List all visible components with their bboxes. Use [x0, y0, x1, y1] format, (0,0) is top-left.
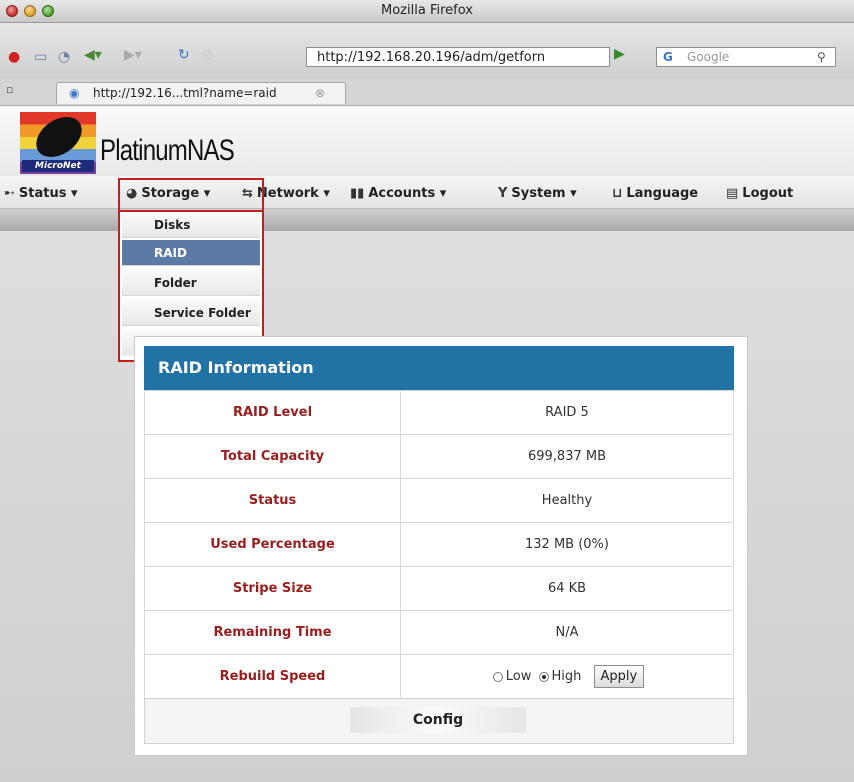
window-title: Mozilla Firefox [381, 3, 473, 18]
bookmark-icon[interactable]: ▫ [6, 83, 13, 96]
radio-high-label: High [551, 669, 582, 684]
storage-highlight [118, 178, 264, 210]
row-value: Healthy [400, 478, 734, 523]
status-icon: ➸ [4, 186, 15, 201]
panel-title: RAID Information [144, 346, 734, 390]
forward-button-icon[interactable]: ▶▾ [124, 47, 142, 63]
title-bar: Mozilla Firefox [0, 0, 854, 23]
search-placeholder: Google [687, 50, 730, 64]
dropdown-item-folder[interactable]: Folder [122, 270, 260, 296]
row-value: 64 KB [400, 566, 734, 611]
browser-window: Mozilla Firefox ● ▭ ◔ ◀▾ ▶▾ ↻ ⊘ http://1… [0, 0, 854, 782]
row-label: Remaining Time [144, 610, 401, 655]
tab-label: http://192.16...tml?name=raid [93, 86, 277, 100]
reload-icon[interactable]: ↻ [178, 47, 190, 63]
row-value: 699,837 MB [400, 434, 734, 479]
history-icon[interactable]: ◔ [58, 49, 70, 65]
table-row: Rebuild Speed Low High Apply [144, 654, 734, 699]
globe-icon: ◉ [69, 86, 80, 100]
tab-close-icon[interactable]: ⊗ [315, 83, 325, 103]
dropdown-item-disks[interactable]: Disks [122, 212, 260, 238]
stop-icon[interactable]: ⊘ [202, 47, 214, 63]
search-icon[interactable]: ⚲ [817, 48, 826, 66]
radio-high[interactable] [538, 671, 549, 682]
row-value: N/A [400, 610, 734, 655]
radio-low-label: Low [505, 669, 532, 684]
accounts-icon: ▮▮ [350, 186, 365, 201]
product-name: PlatinumNAS [100, 134, 235, 167]
browser-toolbar: ● ▭ ◔ ◀▾ ▶▾ ↻ ⊘ http://192.168.20.196/ad… [0, 23, 854, 80]
adblock-icon[interactable]: ● [8, 49, 20, 65]
url-text: http://192.168.20.196/adm/getforn [317, 50, 546, 65]
row-value: RAID 5 [400, 390, 734, 435]
row-value: 132 MB (0%) [400, 522, 734, 567]
logo-text: MicroNet [22, 160, 94, 172]
table-row: Total Capacity 699,837 MB [144, 434, 734, 479]
table-row: Remaining Time N/A [144, 610, 734, 655]
menu-system[interactable]: Y System ▾ [498, 186, 577, 201]
raid-info-table: RAID Level RAID 5 Total Capacity 699,837… [144, 390, 734, 699]
logout-icon: ▤ [726, 186, 739, 201]
row-label: Used Percentage [144, 522, 401, 567]
print-icon[interactable]: ▭ [34, 49, 47, 65]
row-label: RAID Level [144, 390, 401, 435]
search-field[interactable]: G Google ⚲ [656, 47, 836, 67]
google-icon: G [663, 50, 673, 64]
config-button[interactable]: Config [350, 707, 526, 733]
dropdown-item-raid[interactable]: RAID [122, 240, 260, 266]
table-row: RAID Level RAID 5 [144, 390, 734, 435]
menu-language[interactable]: ⊔ Language [612, 186, 698, 201]
apply-button[interactable]: Apply [593, 665, 645, 688]
row-label: Rebuild Speed [144, 654, 401, 699]
language-icon: ⊔ [612, 186, 623, 201]
row-label: Stripe Size [144, 566, 401, 611]
system-icon: Y [498, 186, 508, 201]
table-row: Status Healthy [144, 478, 734, 523]
table-row: Used Percentage 132 MB (0%) [144, 522, 734, 567]
dropdown-item-service-folder[interactable]: Service Folder [122, 300, 260, 326]
back-button-icon[interactable]: ◀▾ [84, 47, 102, 63]
rebuild-speed-controls: Low High Apply [400, 654, 734, 699]
row-label: Total Capacity [144, 434, 401, 479]
menu-logout[interactable]: ▤ Logout [726, 186, 793, 201]
menu-status[interactable]: ➸ Status ▾ [4, 186, 78, 201]
address-bar[interactable]: http://192.168.20.196/adm/getforn [306, 47, 610, 67]
menu-accounts[interactable]: ▮▮ Accounts ▾ [350, 186, 446, 201]
table-row: Stripe Size 64 KB [144, 566, 734, 611]
radio-low[interactable] [492, 671, 503, 682]
tab-raid[interactable]: ◉ http://192.16...tml?name=raid ⊗ [56, 82, 346, 104]
go-icon[interactable]: ▶ [614, 46, 625, 62]
row-label: Status [144, 478, 401, 523]
